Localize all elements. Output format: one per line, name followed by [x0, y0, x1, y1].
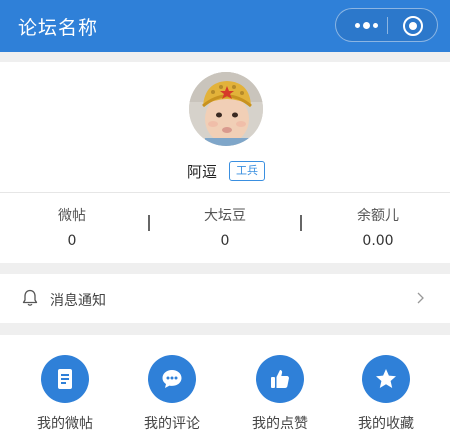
target-close-icon[interactable] [403, 16, 423, 36]
stat-divider [300, 215, 302, 231]
top-navigation-bar: 论坛名称 [0, 0, 450, 52]
notification-row[interactable]: 消息通知 [0, 274, 450, 323]
section-gap [0, 323, 450, 335]
menu-item-label: 我的评论 [144, 416, 200, 432]
stat-posts[interactable]: 微帖 0 [12, 205, 132, 249]
menu-item-label: 我的点赞 [252, 416, 308, 432]
menu-item-my-favorites[interactable]: 我的收藏 [341, 355, 431, 433]
avatar[interactable] [189, 72, 263, 146]
username: 阿逗 [187, 163, 218, 181]
star-icon [362, 355, 410, 403]
stat-value: 0.00 [362, 233, 394, 249]
menu-item-label: 我的收藏 [358, 416, 414, 432]
thumbs-up-icon [256, 355, 304, 403]
mini-program-capsule [335, 8, 438, 42]
stat-label: 大坛豆 [204, 208, 246, 224]
stats-row: 微帖 0 大坛豆 0 余额儿 0.00 [0, 193, 450, 263]
menu-item-my-posts[interactable]: 我的微帖 [20, 355, 110, 433]
comment-icon [148, 355, 196, 403]
rank-badge: 工兵 [229, 161, 265, 181]
page-title: 论坛名称 [18, 17, 99, 39]
section-gap [0, 263, 450, 274]
menu-item-my-comments[interactable]: 我的评论 [127, 355, 217, 433]
menu-item-my-likes[interactable]: 我的点赞 [235, 355, 325, 433]
capsule-divider [387, 17, 388, 34]
section-gap [0, 52, 450, 62]
stat-value: 0 [220, 233, 230, 249]
stat-value: 0 [67, 233, 77, 249]
my-menu-grid: 我的微帖 我的评论 我的点赞 我的收藏 [0, 335, 450, 439]
more-dots-icon[interactable] [346, 9, 386, 41]
document-icon [41, 355, 89, 403]
bell-icon [22, 289, 38, 306]
menu-item-label: 我的微帖 [37, 416, 93, 432]
chevron-right-icon [417, 292, 424, 304]
stat-label: 余额儿 [357, 208, 399, 224]
stat-divider [148, 215, 150, 231]
stat-label: 微帖 [58, 208, 86, 224]
profile-card: 阿逗 工兵 [0, 62, 450, 192]
notification-label: 消息通知 [50, 293, 106, 309]
stat-beans[interactable]: 大坛豆 0 [165, 205, 285, 249]
stat-balance[interactable]: 余额儿 0.00 [318, 205, 438, 249]
